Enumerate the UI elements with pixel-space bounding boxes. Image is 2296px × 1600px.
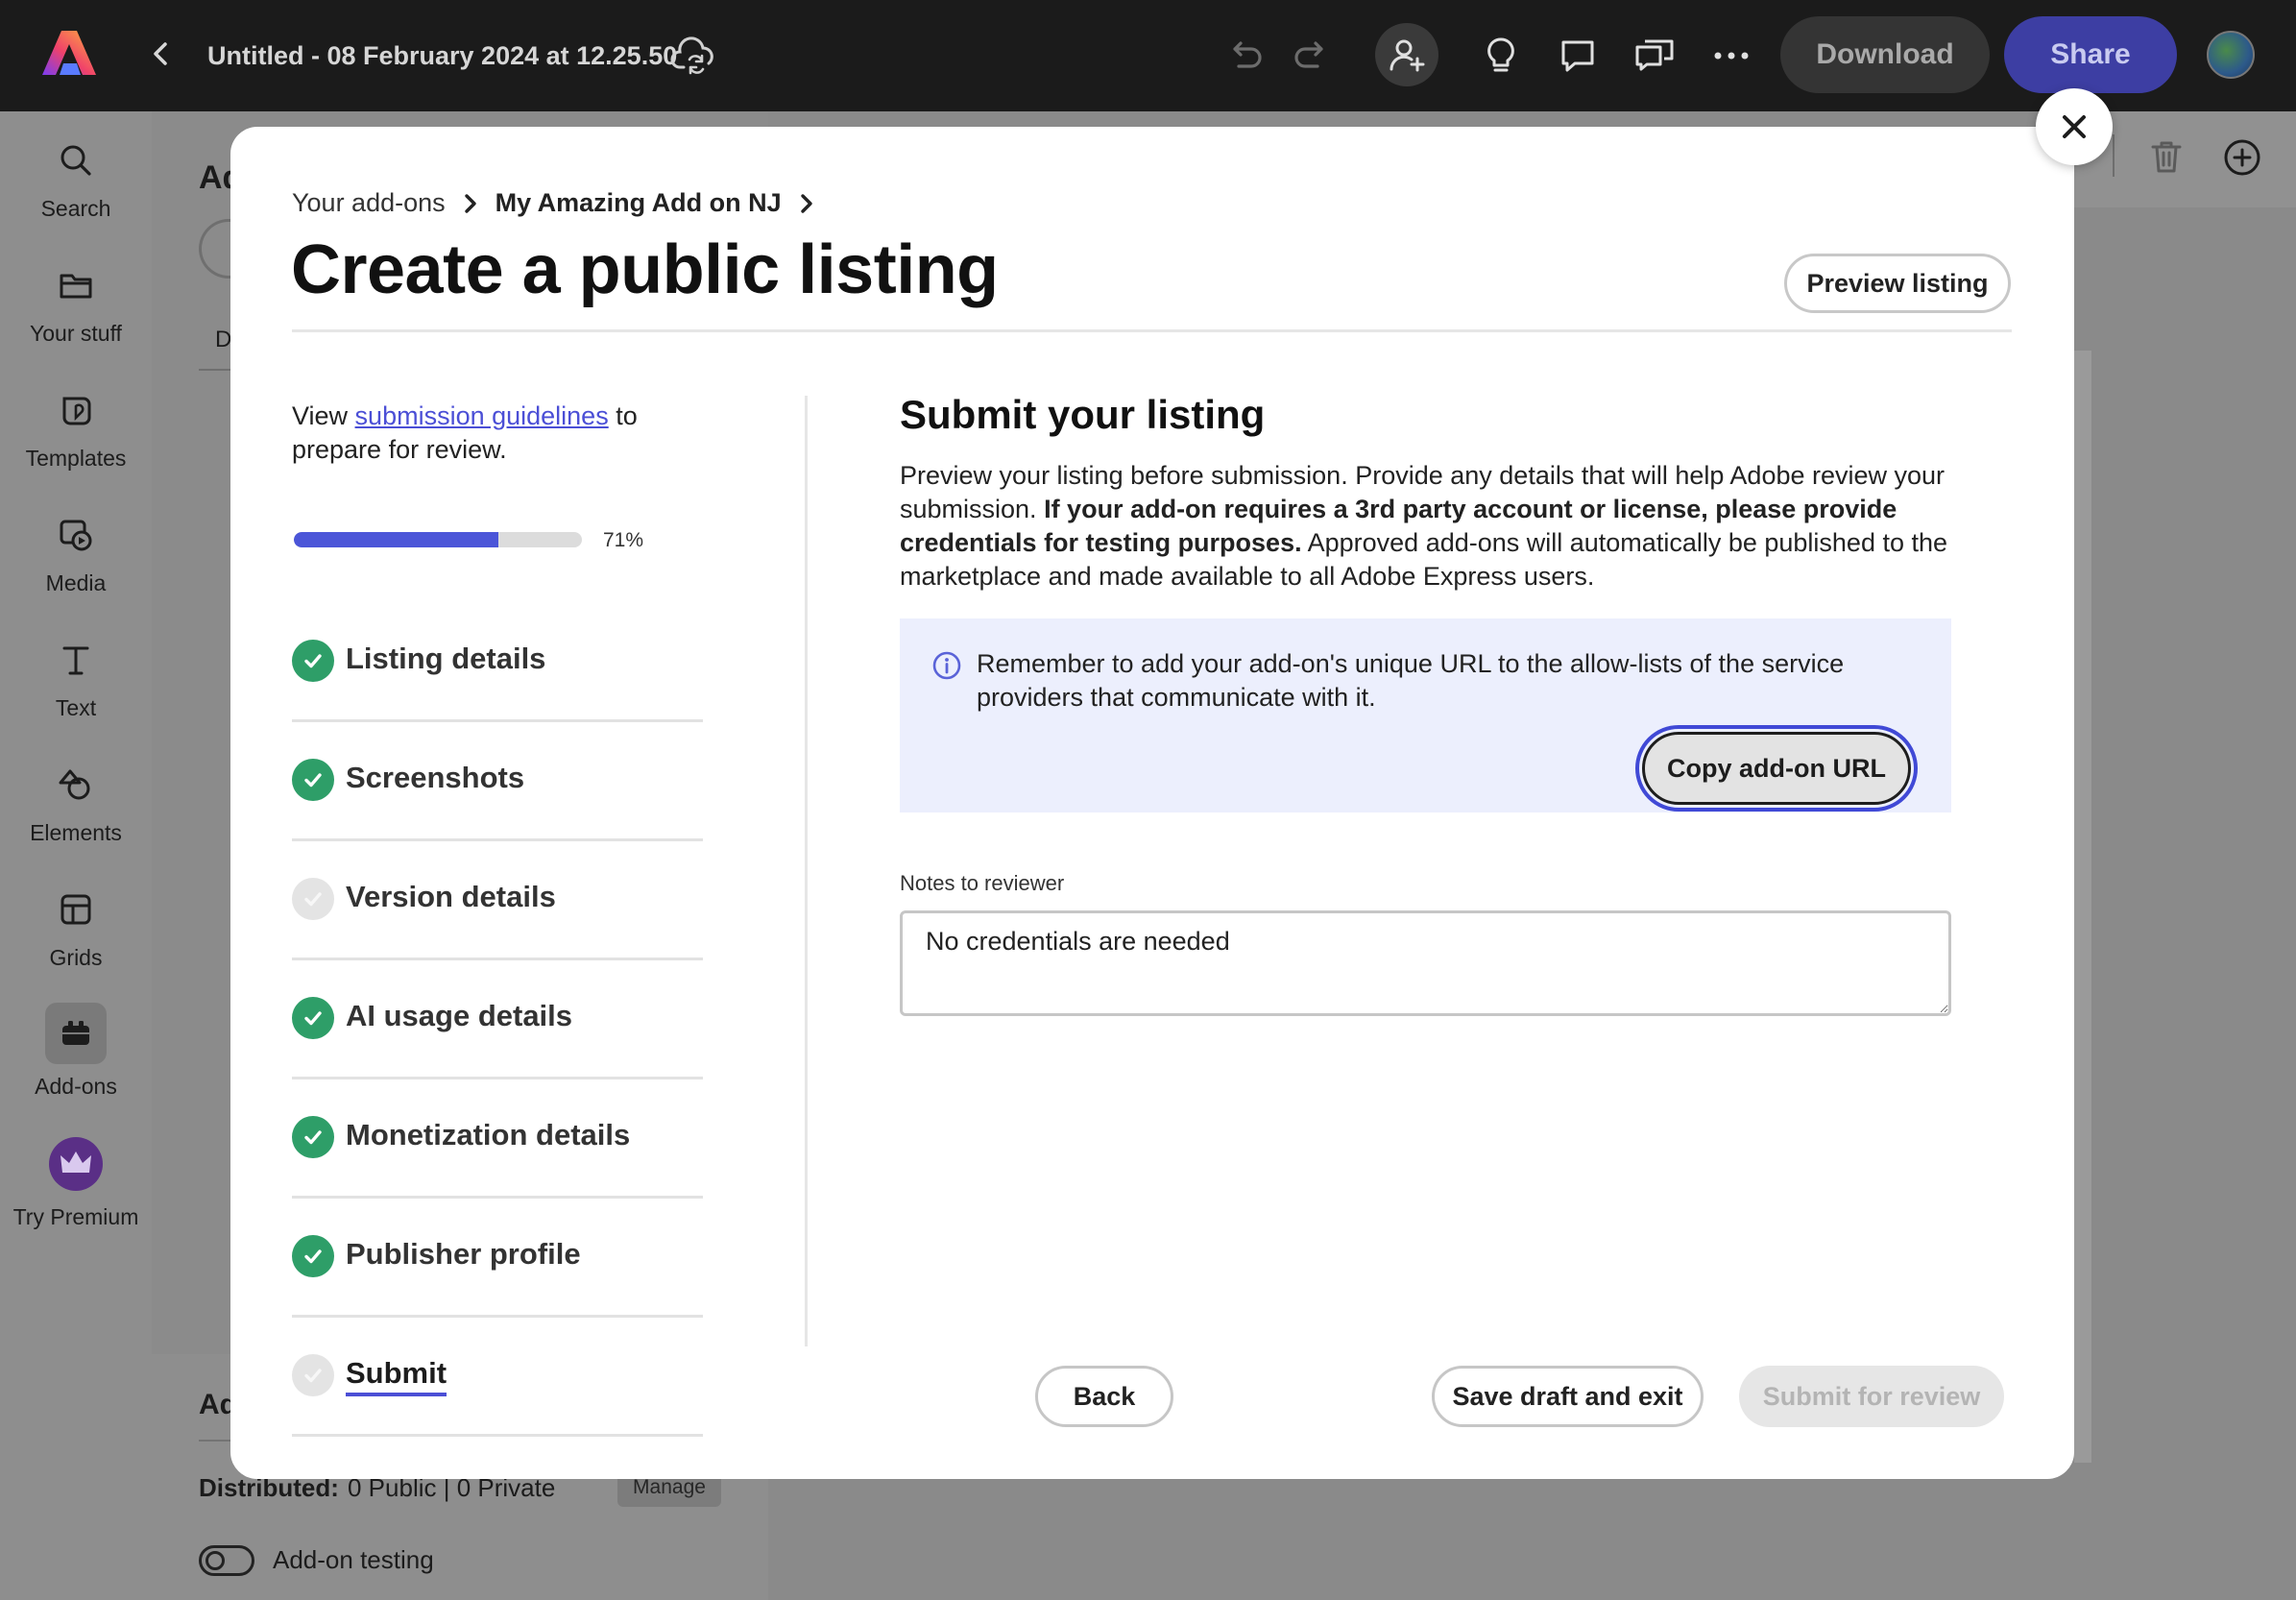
step-label: Screenshots (346, 761, 525, 794)
step-listing-details[interactable]: Listing details (292, 603, 703, 722)
close-button[interactable] (2036, 88, 2113, 165)
page-title: Create a public listing (291, 231, 999, 308)
redo-icon[interactable] (1287, 32, 1335, 80)
avatar[interactable] (2207, 31, 2255, 79)
rail-label: Your stuff (30, 321, 122, 346)
canvas-page-edge (2074, 351, 2091, 1463)
check-circle-icon (292, 1235, 334, 1277)
step-version-details[interactable]: Version details (292, 841, 703, 960)
invite-people-icon[interactable] (1375, 23, 1438, 86)
adobe-express-logo[interactable] (42, 29, 96, 77)
toolbar-divider (2113, 134, 2115, 177)
step-label: AI usage details (346, 999, 573, 1032)
progress-bar (294, 532, 582, 547)
check-circle-icon (292, 1116, 334, 1158)
left-rail: Search Your stuff Templates Media Text E… (0, 111, 152, 1600)
section-description: Preview your listing before submission. … (900, 459, 1956, 594)
elements-icon (59, 769, 90, 800)
rail-label: Templates (25, 446, 127, 471)
rail-item-try-premium[interactable]: Try Premium (0, 1135, 152, 1230)
step-label: Publisher profile (346, 1237, 581, 1271)
search-icon (60, 145, 91, 176)
rail-label: Grids (49, 945, 103, 970)
templates-icon (62, 397, 91, 425)
trash-icon[interactable] (2147, 137, 2186, 176)
grids-icon (60, 894, 91, 925)
close-icon (2063, 115, 2086, 138)
step-screenshots[interactable]: Screenshots (292, 722, 703, 841)
rail-item-your-stuff[interactable]: Your stuff (0, 261, 152, 347)
crown-icon (49, 1137, 103, 1191)
breadcrumb-current[interactable]: My Amazing Add on NJ (495, 188, 782, 218)
lightbulb-icon[interactable] (1477, 32, 1525, 80)
check-circle-icon (292, 878, 334, 920)
copy-add-on-url-button[interactable]: Copy add-on URL (1635, 725, 1918, 812)
rail-item-templates[interactable]: Templates (0, 386, 152, 472)
column-divider (805, 396, 808, 1346)
progress-bar-fill (294, 532, 498, 547)
back-button[interactable]: Back (1035, 1366, 1173, 1427)
preview-listing-button[interactable]: Preview listing (1784, 254, 2011, 313)
rail-item-search[interactable]: Search (0, 136, 152, 222)
add-page-icon[interactable] (2222, 137, 2262, 178)
progress-percent: 71% (603, 529, 644, 551)
notes-label: Notes to reviewer (900, 871, 1065, 895)
document-title[interactable]: Untitled - 08 February 2024 at 12.25.50 (207, 36, 677, 75)
rail-item-text[interactable]: Text (0, 636, 152, 721)
add-on-testing-label: Add-on testing (273, 1545, 434, 1574)
step-submit[interactable]: Submit (292, 1318, 703, 1437)
step-label: Listing details (346, 642, 546, 675)
rail-label: Elements (30, 820, 122, 845)
step-ai-usage-details[interactable]: AI usage details (292, 960, 703, 1079)
rail-item-elements[interactable]: Elements (0, 761, 152, 846)
rail-label: Try Premium (12, 1204, 139, 1229)
comment-icon[interactable] (1554, 32, 1602, 80)
media-icon (60, 520, 92, 551)
section-title: Submit your listing (900, 392, 1266, 437)
share-button[interactable]: Share (2004, 16, 2177, 93)
check-circle-icon (292, 640, 334, 682)
step-label: Version details (346, 880, 556, 913)
rail-item-add-ons[interactable]: Add-ons (0, 1003, 152, 1100)
submission-guidelines-link[interactable]: submission guidelines (355, 401, 609, 430)
folder-icon (60, 274, 92, 299)
text-icon (62, 646, 89, 675)
rail-label: Search (40, 196, 111, 221)
info-icon (932, 651, 961, 680)
breadcrumb-root[interactable]: Your add-ons (292, 188, 446, 218)
download-button[interactable]: Download (1780, 16, 1990, 93)
rail-item-grids[interactable]: Grids (0, 885, 152, 971)
comments-panel-icon[interactable] (1631, 32, 1679, 80)
back-chevron-icon[interactable] (144, 36, 179, 71)
submission-guidelines-text: View submission guidelines to prepare fo… (292, 400, 734, 467)
rail-item-media[interactable]: Media (0, 511, 152, 596)
chevron-right-icon (464, 193, 476, 213)
add-on-testing-toggle[interactable] (199, 1545, 254, 1576)
step-label: Submit (346, 1356, 447, 1396)
guide-text-before: View (292, 401, 355, 430)
add-ons-icon (62, 1021, 89, 1045)
save-draft-button[interactable]: Save draft and exit (1432, 1366, 1704, 1427)
chevron-right-icon (800, 193, 812, 213)
undo-icon[interactable] (1221, 32, 1269, 80)
rail-label: Add-ons (35, 1074, 117, 1099)
rail-label: Media (45, 570, 107, 595)
more-options-icon[interactable] (1707, 32, 1755, 80)
check-circle-icon (292, 759, 334, 801)
rail-label: Text (55, 695, 97, 720)
breadcrumb: Your add-ons My Amazing Add on NJ (292, 188, 832, 218)
info-callout-text: Remember to add your add-on's unique URL… (977, 649, 1845, 712)
notes-to-reviewer-field[interactable]: No credentials are needed (900, 910, 1951, 1016)
check-circle-icon (292, 997, 334, 1039)
step-label: Monetization details (346, 1118, 631, 1152)
step-monetization-details[interactable]: Monetization details (292, 1079, 703, 1199)
title-divider (292, 329, 2012, 332)
submit-for-review-button[interactable]: Submit for review (1739, 1366, 2004, 1427)
top-bar: Untitled - 08 February 2024 at 12.25.50 … (0, 0, 2296, 111)
check-circle-icon (292, 1354, 334, 1396)
panel-tab-fragment: D (215, 327, 232, 352)
cloud-sync-icon[interactable] (670, 35, 716, 77)
step-publisher-profile[interactable]: Publisher profile (292, 1199, 703, 1318)
